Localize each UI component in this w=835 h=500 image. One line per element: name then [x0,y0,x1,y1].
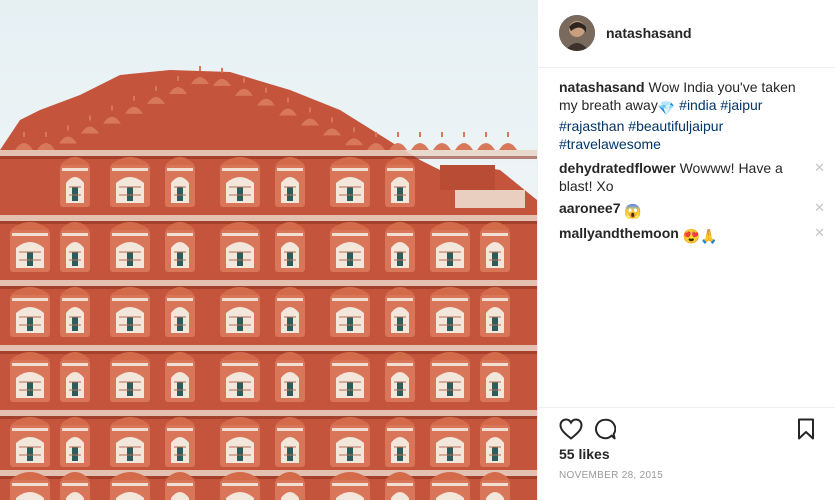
post-side-panel: natashasand natashasand Wow India you've… [537,0,835,500]
comment-username[interactable]: dehydratedflower [559,160,676,176]
post-actions: 55 likes NOVEMBER 28, 2015 [538,407,835,500]
hawa-mahal-facade-illustration [0,66,537,500]
header-username[interactable]: natashasand [606,25,692,41]
hashtag-beautifuljaipur[interactable]: #beautifuljaipur [628,118,723,134]
comments-list: natashasand Wow India you've taken my br… [559,78,827,249]
comment-item: aaronee7 😱 ✕ [559,199,827,220]
gem-emoji-icon: 💎 [657,100,676,116]
avatar-photo-icon [559,15,595,51]
comment-item: mallyandthemoon 😍🙏 ✕ [559,224,827,245]
hashtag-rajasthan[interactable]: #rajasthan [559,118,624,134]
likes-count[interactable]: 55 likes [559,446,610,462]
delete-comment-icon[interactable]: ✕ [814,224,825,242]
speech-bubble-icon[interactable] [594,418,616,440]
caption: natashasand Wow India you've taken my br… [559,78,827,153]
instagram-post: natashasand natashasand Wow India you've… [0,0,835,500]
post-date: NOVEMBER 28, 2015 [559,470,664,481]
comment-username[interactable]: aaronee7 [559,200,620,216]
delete-comment-icon[interactable]: ✕ [814,199,825,217]
comment-text: 😱 [624,203,642,219]
hashtag-jaipur[interactable]: #jaipur [720,97,762,113]
avatar[interactable] [559,15,595,51]
comment-username[interactable]: mallyandthemoon [559,225,679,241]
delete-comment-icon[interactable]: ✕ [814,159,825,177]
heart-outline-icon[interactable] [559,418,583,440]
post-photo[interactable] [0,0,537,500]
bookmark-icon[interactable] [797,418,815,440]
comment-item: dehydratedflower Wowww! Have a blast! Xo… [559,159,827,195]
comment-text: 😍🙏 [682,228,718,244]
hashtag-travelawesome[interactable]: #travelawesome [559,136,661,152]
caption-username[interactable]: natashasand [559,79,645,95]
hashtag-india[interactable]: #india [679,97,716,113]
post-header: natashasand [538,0,835,68]
